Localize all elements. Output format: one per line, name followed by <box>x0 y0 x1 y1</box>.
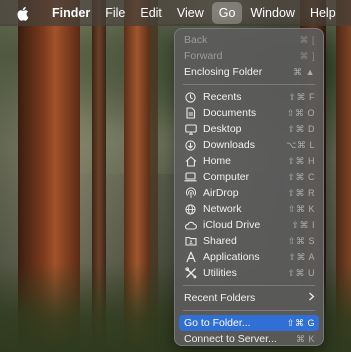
menu-item-back[interactable]: Back ⌘ [ <box>179 32 319 48</box>
menu-item-applications[interactable]: Applications ⇧⌘ A <box>179 249 319 265</box>
menu-file[interactable]: File <box>98 2 132 24</box>
menu-view[interactable]: View <box>170 2 211 24</box>
menu-item-airdrop[interactable]: AirDrop ⇧⌘ R <box>179 185 319 201</box>
shortcut-label: ⌥⌘ L <box>286 139 315 150</box>
utilities-icon <box>184 267 197 280</box>
shortcut-label: ⇧⌘ I <box>291 219 315 230</box>
shortcut-label: ⌘ ] <box>299 50 315 61</box>
shortcut-label: ⇧⌘ C <box>287 171 315 182</box>
menu-item-shared[interactable]: Shared ⇧⌘ S <box>179 233 319 249</box>
menu-help[interactable]: Help <box>303 2 343 24</box>
menu-finder[interactable]: Finder <box>45 2 97 24</box>
shared-folder-icon <box>184 235 197 248</box>
shortcut-label: ⌘ K <box>295 333 315 344</box>
menu-item-downloads[interactable]: Downloads ⌥⌘ L <box>179 137 319 153</box>
shortcut-label: ⇧⌘ D <box>287 123 315 134</box>
globe-icon <box>184 203 197 216</box>
laptop-icon <box>184 171 197 184</box>
menu-item-recent-folders[interactable]: Recent Folders <box>179 290 319 306</box>
desktop-icon <box>184 123 197 136</box>
menu-item-utilities[interactable]: Utilities ⇧⌘ U <box>179 265 319 281</box>
shortcut-label: ⌘ ▲ <box>293 66 315 77</box>
menu-item-go-to-folder[interactable]: Go to Folder... ⇧⌘ G <box>179 315 319 331</box>
document-icon <box>184 107 197 120</box>
airdrop-icon <box>184 187 197 200</box>
shortcut-label: ⇧⌘ G <box>286 317 315 328</box>
shortcut-label: ⇧⌘ O <box>286 107 315 118</box>
apple-icon[interactable] <box>11 5 33 21</box>
menu-item-enclosing-folder[interactable]: Enclosing Folder ⌘ ▲ <box>179 64 319 80</box>
menu-go[interactable]: Go <box>211 2 243 24</box>
applications-icon <box>184 251 197 264</box>
menu-separator <box>183 285 315 286</box>
shortcut-label: ⇧⌘ K <box>287 203 315 214</box>
menu-item-desktop[interactable]: Desktop ⇧⌘ D <box>179 121 319 137</box>
menu-item-computer[interactable]: Computer ⇧⌘ C <box>179 169 319 185</box>
go-menu-dropdown: Back ⌘ [ Forward ⌘ ] Enclosing Folder ⌘ … <box>174 28 324 346</box>
menu-separator <box>183 310 315 311</box>
shortcut-label: ⇧⌘ U <box>287 267 315 278</box>
shortcut-label: ⇧⌘ H <box>287 155 315 166</box>
menu-separator <box>183 84 315 85</box>
chevron-right-icon <box>308 292 315 304</box>
menu-item-icloud-drive[interactable]: iCloud Drive ⇧⌘ I <box>179 217 319 233</box>
shortcut-label: ⇧⌘ F <box>288 91 315 102</box>
clock-icon <box>184 91 197 104</box>
shortcut-label: ⇧⌘ A <box>288 251 315 262</box>
menu-edit[interactable]: Edit <box>133 2 169 24</box>
menu-item-network[interactable]: Network ⇧⌘ K <box>179 201 319 217</box>
cloud-icon <box>184 219 197 232</box>
home-icon <box>184 155 197 168</box>
menu-item-documents[interactable]: Documents ⇧⌘ O <box>179 105 319 121</box>
menu-window[interactable]: Window <box>243 2 301 24</box>
shortcut-label: ⌘ [ <box>299 34 315 45</box>
menu-item-recents[interactable]: Recents ⇧⌘ F <box>179 89 319 105</box>
menu-item-connect-to-server[interactable]: Connect to Server... ⌘ K <box>179 331 319 347</box>
menu-item-forward[interactable]: Forward ⌘ ] <box>179 48 319 64</box>
menu-bar: Finder File Edit View Go Window Help <box>0 0 351 26</box>
shortcut-label: ⇧⌘ R <box>287 187 315 198</box>
menu-item-home[interactable]: Home ⇧⌘ H <box>179 153 319 169</box>
download-icon <box>184 139 197 152</box>
shortcut-label: ⇧⌘ S <box>287 235 315 246</box>
